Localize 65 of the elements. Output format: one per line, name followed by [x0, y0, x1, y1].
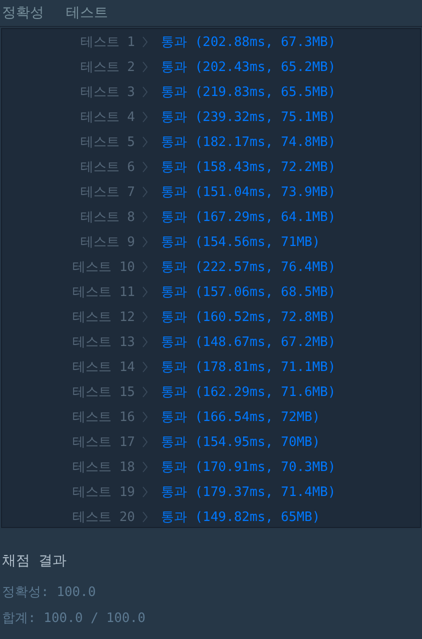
test-label: 테스트 12 — [72, 308, 135, 326]
test-result: 통과 (157.06ms, 68.5MB) — [161, 284, 336, 300]
test-label: 테스트 5 — [79, 134, 135, 150]
chevron-icon — [142, 260, 148, 272]
section-title: 채점 결과 — [2, 552, 68, 570]
test-result: 통과 (154.95ms, 70MB) — [161, 434, 320, 450]
test-result: 통과 (151.04ms, 73.9MB) — [161, 184, 336, 200]
test-result: 통과 (167.29ms, 64.1MB) — [161, 208, 336, 226]
test-result: 통과 (154.56ms, 71MB) — [161, 234, 320, 250]
chevron-icon — [142, 460, 148, 472]
test-label: 테스트 14 — [72, 358, 135, 376]
chevron-icon — [142, 360, 148, 372]
chevron-icon — [142, 386, 148, 398]
test-label: 테스트 11 — [72, 284, 135, 300]
test-result: 통과 (158.43ms, 72.2MB) — [161, 158, 336, 176]
test-result: 통과 (202.88ms, 67.3MB) — [161, 34, 336, 50]
chevron-icon — [142, 86, 148, 98]
test-result: 통과 (239.32ms, 75.1MB) — [161, 108, 336, 126]
test-result: 통과 (179.37ms, 71.4MB) — [161, 484, 336, 500]
score-text: 합계: 100.0 / 100.0 — [2, 610, 146, 628]
chevron-icon — [142, 486, 148, 498]
test-label: 테스트 17 — [72, 434, 135, 450]
test-label: 테스트 18 — [72, 458, 135, 476]
chevron-icon — [142, 210, 148, 222]
test-result: 통과 (182.17ms, 74.8MB) — [161, 134, 336, 150]
test-label: 테스트 10 — [72, 258, 135, 276]
chevron-icon — [142, 310, 148, 322]
chevron-icon — [142, 436, 148, 448]
score-text: 정확성: 100.0 — [2, 584, 97, 602]
test-label: 테스트 19 — [72, 484, 135, 500]
test-result: 통과 (162.29ms, 71.6MB) — [161, 384, 336, 400]
test-label: 테스트 20 — [72, 508, 135, 526]
test-result: 통과 (178.81ms, 71.1MB) — [161, 358, 336, 376]
chevron-icon — [142, 186, 148, 198]
chevron-icon — [142, 336, 148, 348]
test-result: 통과 (170.91ms, 70.3MB) — [161, 458, 336, 476]
chevron-icon — [142, 236, 148, 248]
test-label: 테스트 15 — [72, 384, 135, 400]
test-label: 테스트 2 — [79, 58, 135, 76]
test-label: 테스트 1 — [79, 34, 135, 50]
test-label: 테스트 16 — [72, 408, 135, 426]
tab[interactable]: 테스트 — [66, 4, 108, 22]
test-result: 통과 (166.54ms, 72MB) — [161, 408, 320, 426]
chevron-icon — [142, 60, 148, 72]
test-label: 테스트 6 — [79, 158, 135, 176]
test-result: 통과 (219.83ms, 65.5MB) — [161, 84, 336, 100]
test-result: 통과 (149.82ms, 65MB) — [161, 508, 320, 526]
test-label: 테스트 7 — [79, 184, 135, 200]
chevron-icon — [142, 410, 148, 422]
chevron-icon — [142, 36, 148, 48]
test-result: 통과 (222.57ms, 76.4MB) — [161, 258, 336, 276]
chevron-icon — [142, 160, 148, 172]
test-label: 테스트 8 — [79, 208, 135, 226]
chevron-icon — [142, 110, 148, 122]
chevron-icon — [142, 510, 148, 522]
chevron-icon — [142, 286, 148, 298]
test-result: 통과 (148.67ms, 67.2MB) — [161, 334, 336, 350]
test-label: 테스트 9 — [79, 234, 135, 250]
test-label: 테스트 4 — [79, 108, 135, 126]
test-result: 통과 (202.43ms, 65.2MB) — [161, 58, 336, 76]
tab[interactable]: 정확성 — [2, 4, 44, 22]
test-label: 테스트 13 — [72, 334, 135, 350]
test-label: 테스트 3 — [79, 84, 135, 100]
chevron-icon — [142, 136, 148, 148]
test-result: 통과 (160.52ms, 72.8MB) — [161, 308, 336, 326]
